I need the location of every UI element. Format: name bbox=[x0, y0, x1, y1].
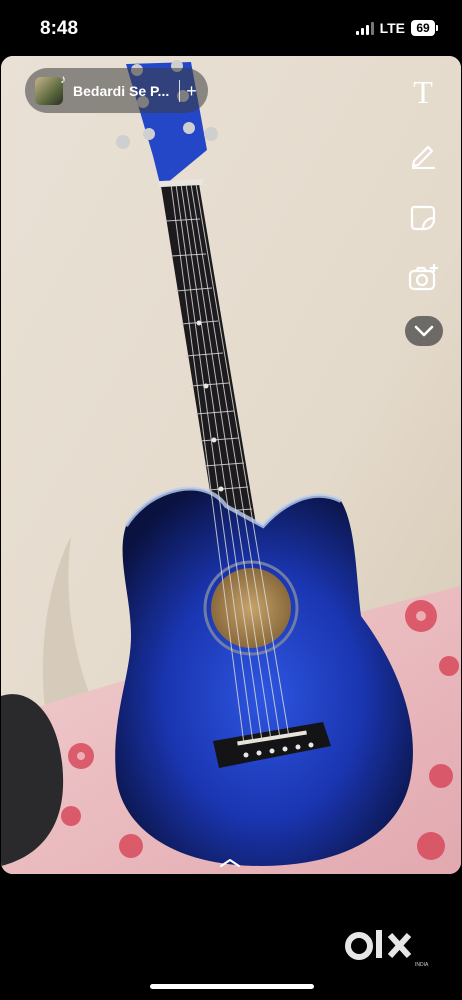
pencil-button[interactable] bbox=[403, 134, 443, 174]
swipe-up-caret-icon[interactable] bbox=[219, 858, 241, 868]
pill-divider bbox=[179, 79, 181, 102]
sticker-button[interactable] bbox=[403, 198, 443, 238]
pencil-icon bbox=[411, 145, 435, 169]
music-sticker[interactable]: Bedardi Se P... + bbox=[25, 68, 208, 113]
battery-icon: 69 bbox=[411, 20, 438, 36]
battery-level: 69 bbox=[411, 20, 435, 36]
add-music-button[interactable]: + bbox=[186, 82, 197, 100]
text-tool-button[interactable]: T bbox=[403, 72, 443, 112]
guitar-photo bbox=[1, 56, 461, 874]
status-indicators: LTE 69 bbox=[355, 20, 438, 36]
olx-sub: INDIA bbox=[415, 962, 429, 968]
olx-logo: INDIA bbox=[345, 930, 429, 968]
song-title: Bedardi Se P... bbox=[73, 82, 170, 99]
network-type: LTE bbox=[379, 20, 405, 36]
camera-plus-icon bbox=[408, 264, 438, 291]
music-note-icon bbox=[35, 72, 66, 105]
chevron-down-icon bbox=[414, 325, 434, 337]
status-time: 8:48 bbox=[40, 18, 79, 39]
cellular-signal-icon bbox=[355, 21, 374, 35]
sticker-icon bbox=[410, 205, 436, 231]
camera-plus-button[interactable] bbox=[403, 258, 443, 298]
status-bar: 8:48 LTE 69 bbox=[0, 0, 462, 56]
home-indicator[interactable] bbox=[150, 984, 314, 989]
more-tools-button[interactable] bbox=[405, 316, 443, 346]
story-photo[interactable]: Bedardi Se P... + T bbox=[1, 56, 461, 874]
